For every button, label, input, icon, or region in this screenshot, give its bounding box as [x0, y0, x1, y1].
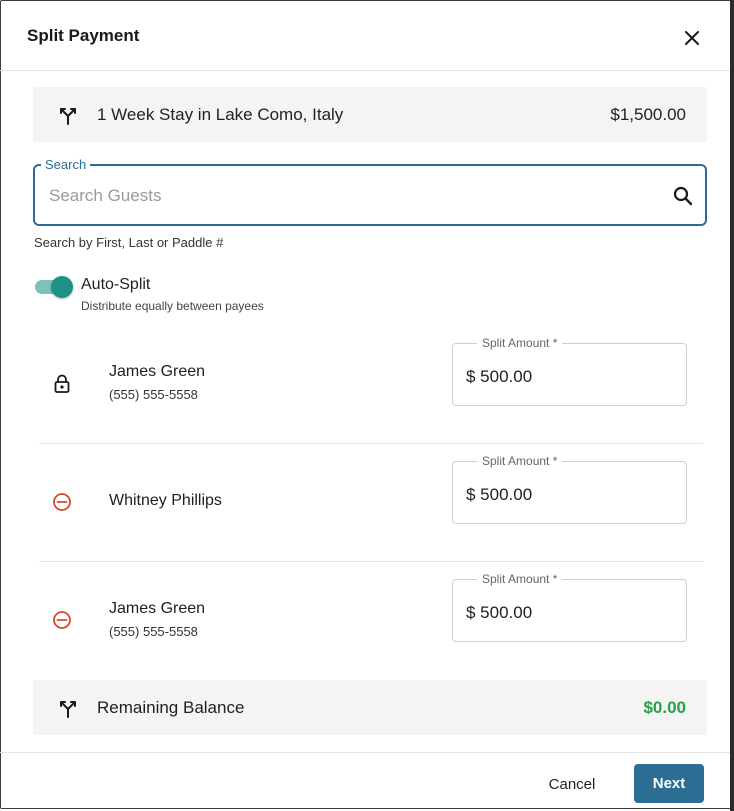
split-arrows-icon — [57, 698, 79, 718]
payee-row: James Green (555) 555-5558 Split Amount … — [39, 562, 703, 672]
toggle-thumb — [51, 276, 73, 298]
remaining-balance-bar: Remaining Balance $0.00 — [33, 680, 707, 735]
split-amount-label: Split Amount * — [477, 336, 563, 350]
split-amount-label: Split Amount * — [477, 454, 563, 468]
lock-icon[interactable] — [52, 374, 72, 394]
payee-name: James Green — [109, 600, 206, 617]
search-label: Search — [41, 157, 91, 172]
split-amount-field[interactable] — [452, 461, 687, 524]
auto-split-description: Distribute equally between payees — [81, 299, 264, 313]
search-input[interactable] — [47, 182, 641, 210]
close-icon[interactable] — [681, 27, 703, 49]
window-edge — [730, 0, 734, 811]
dialog-header: Split Payment — [0, 0, 730, 71]
footer-divider — [0, 752, 730, 753]
payee-name: Whitney Phillips — [109, 492, 222, 509]
payee-phone: (555) 555-5558 — [109, 387, 198, 402]
auto-split-toggle[interactable] — [33, 276, 73, 298]
remove-circle-icon[interactable] — [52, 610, 72, 630]
split-amount-label: Split Amount * — [477, 572, 563, 586]
search-helper-text: Search by First, Last or Paddle # — [34, 235, 224, 250]
payee-phone: (555) 555-5558 — [109, 624, 198, 639]
split-arrows-icon — [57, 105, 79, 125]
payee-row: Whitney Phillips Split Amount * — [39, 444, 703, 562]
search-icon[interactable] — [673, 186, 693, 206]
split-amount-input[interactable] — [464, 482, 668, 508]
remaining-balance-amount: $0.00 — [643, 698, 686, 717]
split-amount-input[interactable] — [464, 600, 668, 626]
split-amount-input[interactable] — [464, 364, 668, 390]
dialog-title: Split Payment — [27, 26, 140, 45]
split-amount-field[interactable] — [452, 579, 687, 642]
item-name: 1 Week Stay in Lake Como, Italy — [97, 105, 344, 124]
search-field[interactable] — [33, 164, 707, 226]
payee-name: James Green — [109, 363, 206, 380]
auto-split-label: Auto-Split — [81, 276, 151, 293]
cancel-button[interactable]: Cancel — [532, 766, 612, 802]
remove-circle-icon[interactable] — [52, 492, 72, 512]
item-summary-bar: 1 Week Stay in Lake Como, Italy $1,500.0… — [33, 87, 707, 142]
payee-row: James Green (555) 555-5558 Split Amount … — [39, 326, 703, 444]
split-amount-field[interactable] — [452, 343, 687, 406]
remaining-balance-label: Remaining Balance — [97, 698, 245, 717]
item-price: $1,500.00 — [610, 105, 686, 124]
next-button[interactable]: Next — [634, 764, 704, 803]
